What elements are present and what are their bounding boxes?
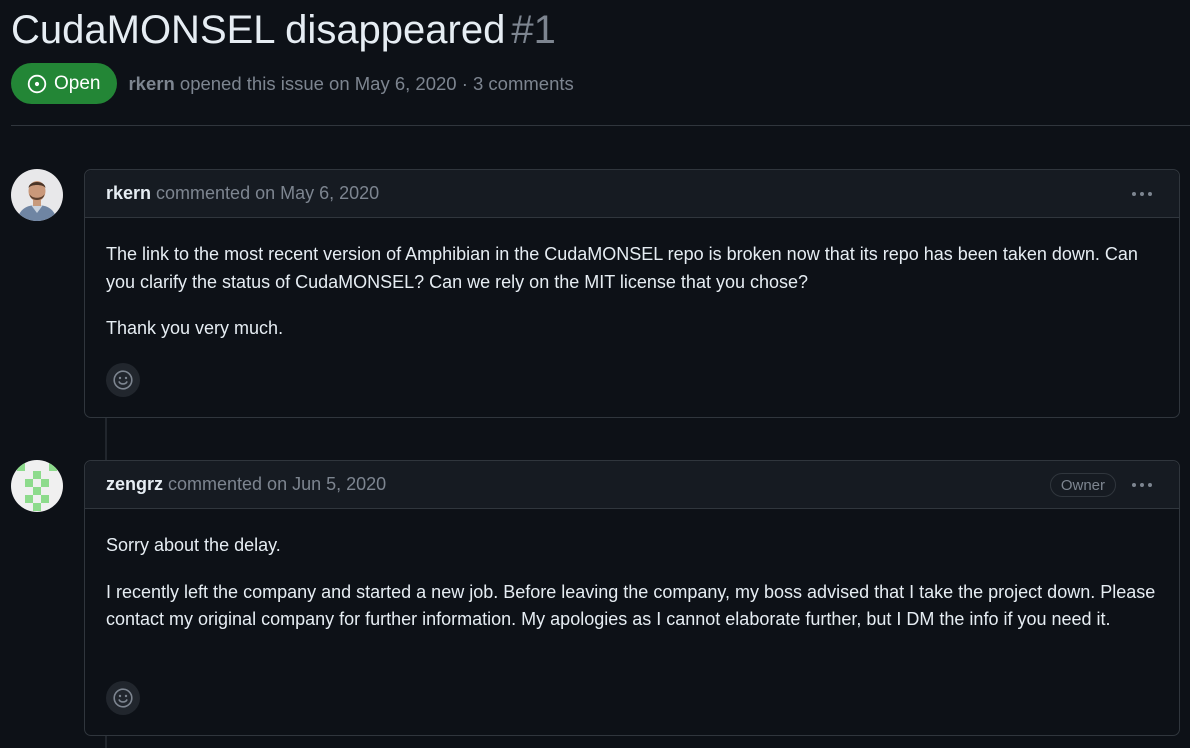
comment-paragraph: I recently left the company and started …	[106, 581, 1156, 630]
smiley-icon	[113, 688, 133, 708]
issue-number: #1	[511, 8, 556, 52]
comment-body: The link to the most recent version of A…	[85, 218, 1179, 343]
comment-body: Sorry about the delay. I recently left t…	[85, 509, 1179, 634]
smiley-icon	[113, 370, 133, 390]
issue-meta-text: rkern opened this issue on May 6, 2020 ·…	[128, 73, 573, 95]
avatar-rkern[interactable]	[11, 169, 63, 221]
comment-paragraph: Thank you very much.	[106, 318, 284, 338]
header-divider	[11, 125, 1190, 126]
issue-title: CudaMONSEL disappeared #1	[11, 4, 556, 56]
comment-paragraph: The link to the most recent version of A…	[106, 244, 1138, 292]
kebab-horizontal-icon	[1132, 192, 1152, 196]
identicon-avatar	[11, 460, 63, 512]
owner-badge: Owner	[1049, 473, 1116, 497]
comment-menu-button[interactable]	[1130, 182, 1154, 206]
issue-author-link[interactable]: rkern	[128, 73, 174, 94]
comment-1: rkern commented on May 6, 2020 The link …	[84, 169, 1180, 418]
add-reaction-button[interactable]	[106, 363, 140, 397]
issue-opened-icon	[27, 74, 47, 93]
comment-menu-button[interactable]	[1130, 473, 1154, 497]
comment-2: zengrz commented on Jun 5, 2020 Owner So…	[84, 460, 1180, 736]
comment-paragraph: Sorry about the delay.	[106, 535, 281, 555]
kebab-horizontal-icon	[1132, 483, 1152, 487]
comment-author-link[interactable]: zengrz	[106, 474, 163, 495]
issue-page: CudaMONSEL disappeared #1 Open rkern open…	[11, 0, 1190, 748]
state-label: Open	[54, 72, 101, 94]
comment-timestamp[interactable]: commented on Jun 5, 2020	[168, 474, 386, 495]
state-badge: Open	[11, 63, 118, 104]
issue-title-text: CudaMONSEL disappeared	[11, 8, 506, 52]
comment-timestamp[interactable]: commented on May 6, 2020	[156, 183, 379, 204]
comment-header: zengrz commented on Jun 5, 2020 Owner	[85, 461, 1179, 509]
add-reaction-button[interactable]	[106, 681, 140, 715]
issue-meta: Open rkern opened this issue on May 6, 2…	[11, 63, 574, 104]
avatar-photo	[11, 169, 63, 221]
avatar-zengrz[interactable]	[11, 460, 63, 512]
comment-header: rkern commented on May 6, 2020	[85, 170, 1179, 218]
comment-author-link[interactable]: rkern	[106, 183, 151, 204]
issue-opened-text: opened this issue on May 6, 2020 · 3 com…	[179, 72, 574, 94]
